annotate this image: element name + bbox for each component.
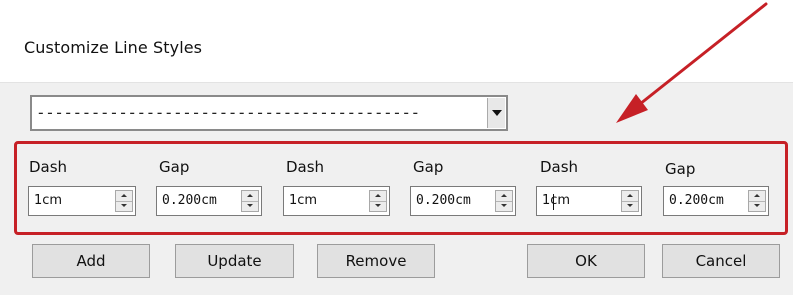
remove-button[interactable]: Remove [317,244,435,278]
gap-3-label: Gap [665,160,696,178]
text-cursor [553,194,554,210]
dash-1-spin-buttons[interactable] [115,190,133,212]
gap-3-value: 0.200cm [669,193,724,208]
add-button[interactable]: Add [32,244,150,278]
dash-1-spinbox[interactable]: 1cm [28,186,136,216]
dash-3-spinbox[interactable]: 1cm [536,186,642,216]
spin-down-icon[interactable] [370,201,386,211]
dash-1-value: 1cm [34,193,63,208]
dash-2-spin-buttons[interactable] [369,190,387,212]
title-bar: Customize Line Styles [0,0,793,83]
dash-3-spin-buttons[interactable] [621,190,639,212]
dropdown-arrow-icon[interactable] [487,98,505,128]
spin-down-icon[interactable] [749,201,765,211]
dialog-title: Customize Line Styles [24,38,203,57]
dash-2-label: Dash [286,158,325,176]
line-style-dropdown[interactable]: ----------------------------------------… [30,95,508,131]
dash-3-label: Dash [540,158,579,176]
ok-button[interactable]: OK [527,244,645,278]
gap-1-spinbox[interactable]: 0.200cm [156,186,262,216]
gap-2-label: Gap [413,158,444,176]
dash-2-value: 1cm [289,193,318,208]
gap-3-spin-buttons[interactable] [748,190,766,212]
gap-2-value: 0.200cm [416,193,471,208]
line-style-preview: ----------------------------------------… [36,103,420,122]
spin-down-icon[interactable] [116,201,132,211]
gap-1-label: Gap [159,158,190,176]
update-button[interactable]: Update [175,244,294,278]
gap-2-spin-buttons[interactable] [495,190,513,212]
gap-1-spin-buttons[interactable] [241,190,259,212]
gap-3-spinbox[interactable]: 0.200cm [663,186,769,216]
customize-line-styles-dialog: Customize Line Styles ------------------… [0,0,793,295]
dash-3-value: 1cm [542,193,571,208]
gap-2-spinbox[interactable]: 0.200cm [410,186,516,216]
cancel-button[interactable]: Cancel [662,244,780,278]
spin-down-icon[interactable] [242,201,258,211]
dash-1-label: Dash [29,158,68,176]
dash-2-spinbox[interactable]: 1cm [283,186,390,216]
spin-down-icon[interactable] [622,201,638,211]
gap-1-value: 0.200cm [162,193,217,208]
spin-down-icon[interactable] [496,201,512,211]
